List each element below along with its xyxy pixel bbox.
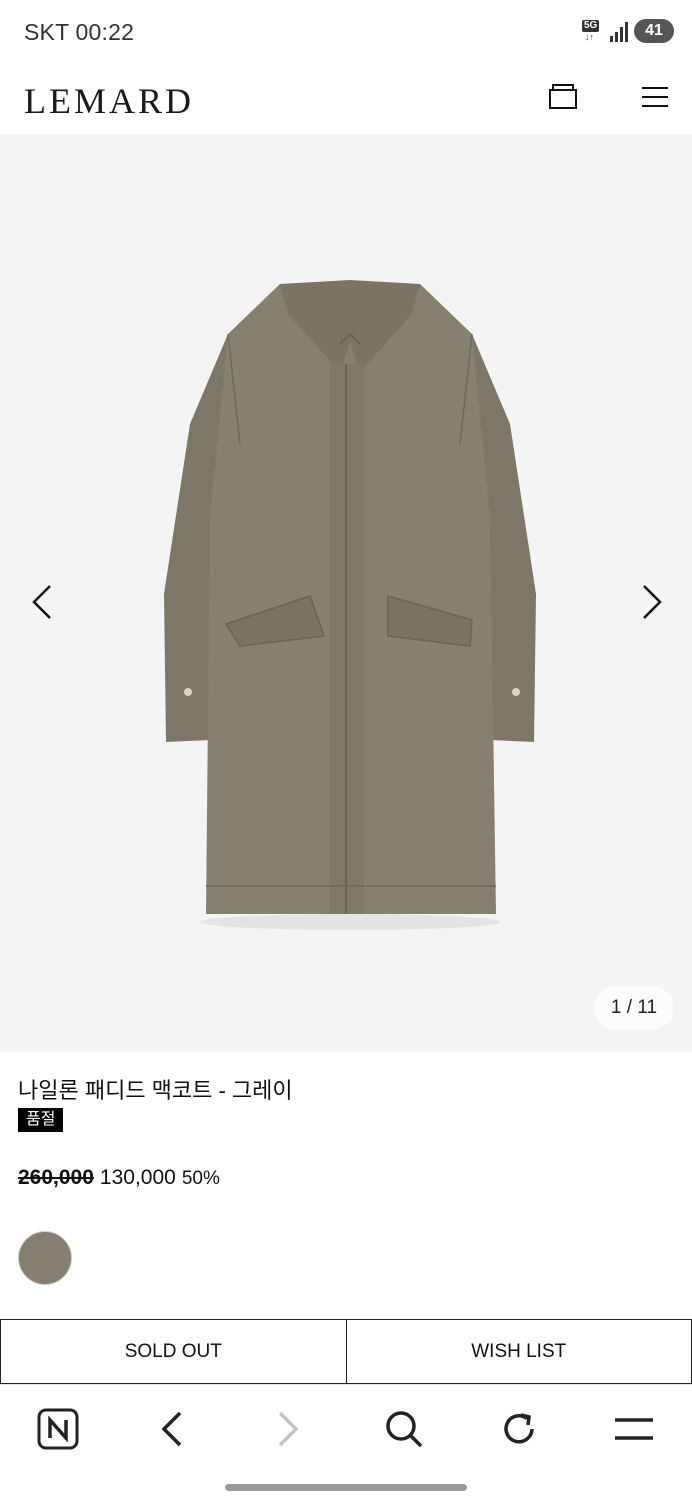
browser-menu-icon[interactable] <box>612 1407 656 1451</box>
brand-logo[interactable]: LEMARD <box>24 80 194 122</box>
network-label: 5G <box>582 20 600 32</box>
action-buttons: SOLD OUT WISH LIST <box>0 1319 692 1384</box>
sale-price: 130,000 <box>99 1166 176 1189</box>
status-indicators: 5G ↓↑ 41 <box>582 18 674 44</box>
refresh-icon[interactable] <box>497 1407 541 1451</box>
product-image <box>164 280 536 930</box>
shopping-bag-icon[interactable] <box>548 82 578 112</box>
wish-list-button[interactable]: WISH LIST <box>346 1319 692 1384</box>
battery-icon: 41 <box>634 19 674 43</box>
discount-rate: 50% <box>181 1168 220 1189</box>
signal-icon <box>610 20 628 42</box>
back-icon[interactable] <box>150 1407 194 1451</box>
original-price: 260,000 <box>18 1166 94 1189</box>
product-title: 나일론 패디드 맥코트 - 그레이 <box>18 1078 293 1103</box>
status-carrier-time: SKT 00:22 <box>24 19 135 45</box>
browser-toolbar <box>0 1384 692 1500</box>
image-page-indicator: 1 / 11 <box>594 986 674 1030</box>
forward-icon[interactable] <box>266 1407 310 1451</box>
search-icon[interactable] <box>382 1407 426 1451</box>
product-image-gallery[interactable]: 1 / 11 <box>0 134 692 1052</box>
status-bar: SKT 00:22 5G ↓↑ 41 <box>0 0 692 64</box>
data-arrows-icon: ↓↑ <box>585 32 594 42</box>
chevron-right-icon[interactable] <box>636 582 666 622</box>
naver-n-icon[interactable] <box>36 1407 80 1451</box>
network-5g-icon: 5G ↓↑ <box>582 18 604 44</box>
hamburger-menu-icon[interactable] <box>640 84 670 110</box>
color-swatch[interactable] <box>18 1231 72 1285</box>
site-header: LEMARD <box>0 64 692 134</box>
price-row: 260,000 130,000 50% <box>18 1166 220 1190</box>
sold-out-button[interactable]: SOLD OUT <box>0 1319 347 1384</box>
sold-out-badge: 품절 <box>18 1108 64 1132</box>
home-indicator[interactable] <box>225 1484 467 1491</box>
chevron-left-icon[interactable] <box>28 582 58 622</box>
